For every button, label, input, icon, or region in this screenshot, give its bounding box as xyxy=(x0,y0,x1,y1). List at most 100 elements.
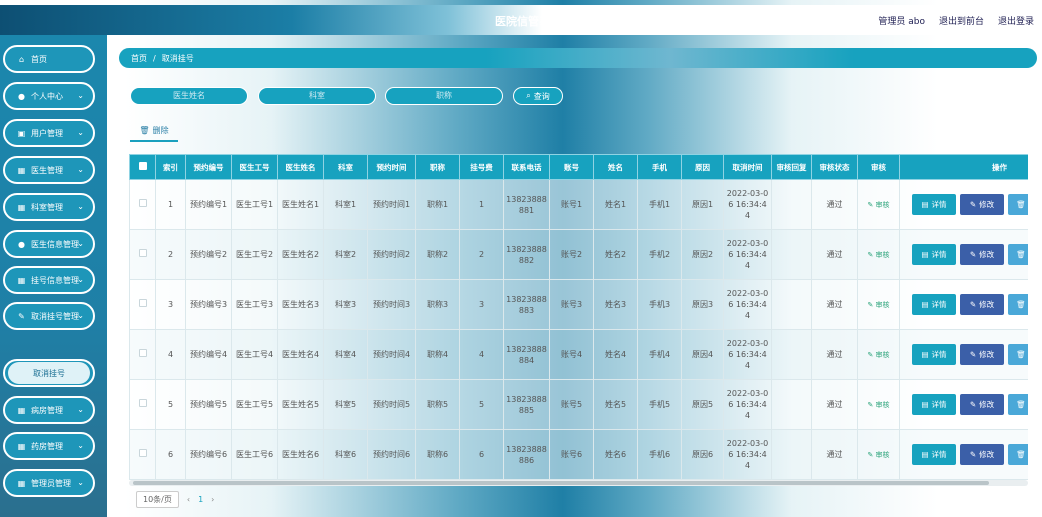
sidebar-item-11[interactable]: ▦ 管理员管理 ⌄ xyxy=(3,469,95,497)
row-checkbox[interactable] xyxy=(138,349,147,357)
audit-link[interactable]: ✎ 审核 xyxy=(867,451,889,459)
operations-cell: ▤详情✎修改🗑删除 xyxy=(899,429,1028,480)
chevron-down-icon: ⌄ xyxy=(77,311,84,320)
edit-button[interactable]: ✎ 修改 xyxy=(960,294,1004,315)
sidebar-item-3[interactable]: ▦ 医生管理 ⌄ xyxy=(3,156,95,184)
cell-dept: 科室6 xyxy=(323,429,368,480)
breadcrumb-home[interactable]: 首页 xyxy=(131,53,147,64)
delete-button[interactable]: 🗑删除 xyxy=(1008,244,1028,265)
sidebar-item-4[interactable]: ▦ 科室管理 ⌄ xyxy=(3,193,95,221)
sidebar-item-0[interactable]: ⌂ 首页 xyxy=(3,45,95,73)
detail-button[interactable]: ▤ 详情 xyxy=(912,294,956,315)
detail-button[interactable]: ▤ 详情 xyxy=(912,394,956,415)
edit-button[interactable]: ✎ 修改 xyxy=(960,244,1004,265)
edit-icon: ✎ xyxy=(867,250,876,259)
row-checkbox[interactable] xyxy=(138,199,147,207)
row-checkbox[interactable] xyxy=(138,249,147,257)
search-button[interactable]: ⌕ 查询 xyxy=(513,87,563,105)
batch-delete-button[interactable]: 🗑 删除 xyxy=(130,120,178,142)
header-actions: 管理员 abo 退出到前台 退出登录 xyxy=(878,14,1034,27)
cell-mobile: 手机6 xyxy=(637,429,682,480)
column-header[interactable] xyxy=(129,154,156,180)
next-page-button[interactable]: › xyxy=(211,495,214,504)
sidebar-item-7[interactable]: ✎ 取消挂号管理 ⌄ xyxy=(3,302,95,330)
table-row[interactable]: 6 预约编号6 医生工号6 医生姓名6 科室6 预约时间6 职称6 6 13823888886 账… xyxy=(129,429,1028,480)
row-checkbox[interactable] xyxy=(138,299,147,307)
pagination: 10条/页 ‹ 1 › xyxy=(136,491,214,508)
delete-button[interactable]: 🗑删除 xyxy=(1008,344,1028,365)
edit-button[interactable]: ✎ 修改 xyxy=(960,194,1004,215)
table-row[interactable]: 4 预约编号4 医生工号4 医生姓名4 科室4 预约时间4 职称4 4 13823888884 账… xyxy=(129,329,1028,380)
sidebar-item-5[interactable]: ● 医生信息管理 ⌄ xyxy=(3,230,95,258)
table-row[interactable]: 1 预约编号1 医生工号1 医生姓名1 科室1 预约时间1 职称1 1 13823888881 账… xyxy=(129,179,1028,230)
delete-button[interactable]: 🗑删除 xyxy=(1008,294,1028,315)
cell-appt-time: 预约时间4 xyxy=(367,329,416,380)
document-icon: ▤ xyxy=(921,250,929,259)
detail-button[interactable]: ▤ 详情 xyxy=(912,194,956,215)
horizontal-scrollbar[interactable] xyxy=(129,480,1028,486)
pencil-icon: ✎ xyxy=(969,450,977,459)
sidebar-item-1[interactable]: ● 个人中心 ⌄ xyxy=(3,82,95,110)
breadcrumb: 首页 / 取消挂号 xyxy=(119,48,1037,68)
edit-button[interactable]: ✎ 修改 xyxy=(960,394,1004,415)
sidebar-item-9[interactable]: ▦ 病房管理 ⌄ xyxy=(3,396,95,424)
title-input[interactable]: 职称 xyxy=(385,87,503,105)
page-size-select[interactable]: 10条/页 xyxy=(136,491,179,508)
audit-link[interactable]: ✎ 审核 xyxy=(867,401,889,409)
row-checkbox[interactable] xyxy=(138,399,147,407)
delete-button[interactable]: 🗑删除 xyxy=(1008,394,1028,415)
cell-account: 账号3 xyxy=(549,279,594,330)
sidebar-item-6[interactable]: ▦ 挂号信息管理 ⌄ xyxy=(3,266,95,294)
sidebar-item-label: 个人中心 xyxy=(31,91,63,101)
cell-phone: 13823888884 xyxy=(503,329,550,380)
back-to-front-link[interactable]: 退出到前台 xyxy=(939,14,984,27)
audit-link[interactable]: ✎ 审核 xyxy=(867,201,889,209)
scrollbar-thumb[interactable] xyxy=(133,481,989,485)
audit-link[interactable]: ✎ 审核 xyxy=(867,351,889,359)
sidebar-item-label: 病房管理 xyxy=(31,405,63,415)
audit-cell: ✎ 审核 xyxy=(857,429,900,480)
row-checkbox[interactable] xyxy=(138,449,147,457)
delete-button[interactable]: 🗑删除 xyxy=(1008,194,1028,215)
cell-appt-no: 预约编号3 xyxy=(185,279,232,330)
edit-icon: ✎ xyxy=(867,300,876,309)
sidebar-item-2[interactable]: ▣ 用户管理 ⌄ xyxy=(3,119,95,147)
select-all-checkbox[interactable] xyxy=(138,162,147,170)
cell-status: 通过 xyxy=(811,279,858,330)
cell-dept: 科室5 xyxy=(323,379,368,430)
operations-cell: ▤详情✎修改🗑删除 xyxy=(899,279,1028,330)
column-header: 操作 xyxy=(899,154,1028,180)
table-row[interactable]: 3 预约编号3 医生工号3 医生姓名3 科室3 预约时间3 职称3 3 13823888883 账… xyxy=(129,279,1028,330)
submenu-item-cancel-registration[interactable]: 取消挂号 xyxy=(8,362,90,384)
edit-button[interactable]: ✎ 修改 xyxy=(960,344,1004,365)
sidebar-item-10[interactable]: ▦ 药房管理 ⌄ xyxy=(3,432,95,460)
edit-button[interactable]: ✎ 修改 xyxy=(960,444,1004,465)
cell-phone: 13823888886 xyxy=(503,429,550,480)
cell-doc-name: 医生姓名2 xyxy=(277,229,324,280)
delete-button[interactable]: 🗑删除 xyxy=(1008,444,1028,465)
cell-status: 通过 xyxy=(811,429,858,480)
audit-link[interactable]: ✎ 审核 xyxy=(867,301,889,309)
cell-cancel-time: 2022-03-06 16:34:44 xyxy=(723,429,772,480)
cell-doc-no: 医生工号3 xyxy=(231,279,278,330)
cell-doc-no: 医生工号5 xyxy=(231,379,278,430)
row-checkbox-cell xyxy=(129,429,156,480)
prev-page-button[interactable]: ‹ xyxy=(187,495,190,504)
cell-title: 职称6 xyxy=(415,429,460,480)
cell-reply xyxy=(771,379,812,430)
document-icon: ▤ xyxy=(921,200,929,209)
detail-button[interactable]: ▤ 详情 xyxy=(912,444,956,465)
current-page[interactable]: 1 xyxy=(198,495,203,504)
cell-index: 5 xyxy=(155,379,186,430)
logout-link[interactable]: 退出登录 xyxy=(998,14,1034,27)
detail-button[interactable]: ▤ 详情 xyxy=(912,344,956,365)
department-input[interactable]: 科室 xyxy=(258,87,376,105)
table-row[interactable]: 2 预约编号2 医生工号2 医生姓名2 科室2 预约时间2 职称2 2 13823888882 账… xyxy=(129,229,1028,280)
audit-link[interactable]: ✎ 审核 xyxy=(867,251,889,259)
detail-button[interactable]: ▤ 详情 xyxy=(912,244,956,265)
table-row[interactable]: 5 预约编号5 医生工号5 医生姓名5 科室5 预约时间5 职称5 5 13823888885 账… xyxy=(129,379,1028,430)
column-header: 审核回复 xyxy=(771,154,812,180)
cell-status: 通过 xyxy=(811,229,858,280)
column-header: 审核状态 xyxy=(811,154,858,180)
doctor-name-input[interactable]: 医生姓名 xyxy=(130,87,248,105)
